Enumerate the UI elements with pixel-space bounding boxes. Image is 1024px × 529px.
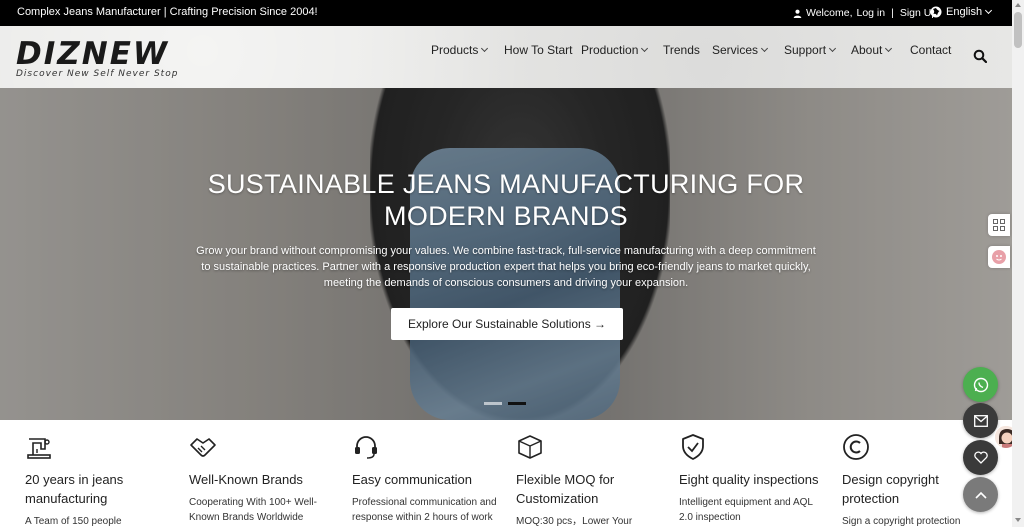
nav-production[interactable]: Production	[581, 43, 649, 57]
feature-desc: Cooperating With 100+ Well-Known Brands …	[189, 497, 317, 523]
grid-icon	[993, 219, 1005, 231]
chevron-down-icon	[985, 6, 993, 15]
hero-description: Grow your brand without compromising you…	[196, 245, 816, 289]
hero-banner: SUSTAINABLE JEANS MANUFACTURING FOR MODE…	[0, 88, 1012, 420]
welcome-text: Welcome,	[806, 7, 853, 19]
feature-item: Well-Known Brands Cooperating With 100+ …	[189, 433, 339, 525]
side-tool-apps[interactable]	[988, 214, 1010, 236]
feature-item: Easy communication Professional communic…	[352, 433, 502, 525]
feature-title: 20 years in jeans manufacturing	[25, 472, 124, 506]
email-button[interactable]	[963, 403, 998, 438]
account-links: Welcome, Log in | Sign Up	[793, 7, 937, 19]
favorites-button[interactable]	[963, 440, 998, 475]
feature-title: Flexible MOQ for Customization	[516, 472, 615, 506]
feature-desc: Intelligent equipment and AQL 2.0 inspec…	[679, 497, 813, 523]
nav-label: Support	[784, 43, 827, 57]
feature-title: Eight quality inspections	[679, 472, 819, 487]
separator: |	[891, 7, 894, 19]
nav-trends[interactable]: Trends	[663, 43, 700, 57]
nav-label: Contact	[910, 43, 952, 57]
chevron-up-icon	[974, 491, 987, 499]
nav-how-to-start[interactable]: How To Start	[504, 43, 572, 57]
slider-dot-active[interactable]	[508, 402, 526, 405]
hero-title-line2: MODERN BRANDS	[384, 201, 628, 231]
feature-title: Well-Known Brands	[189, 472, 303, 487]
feature-title: Easy communication	[352, 472, 472, 487]
logo-wordmark: DIZNEW	[16, 36, 170, 72]
handshake-icon	[190, 438, 216, 457]
copyright-icon	[843, 434, 869, 460]
slider-dot[interactable]	[484, 402, 502, 405]
feature-item: Eight quality inspections Intelligent eq…	[679, 433, 829, 525]
user-icon	[793, 9, 802, 18]
explore-solutions-button[interactable]: Explore Our Sustainable Solutions →	[391, 308, 623, 340]
nav-label: About	[851, 43, 883, 57]
globe-icon	[930, 6, 942, 18]
chevron-down-icon	[885, 44, 893, 53]
chevron-down-icon	[828, 44, 837, 53]
nav-label: Services	[712, 43, 759, 57]
language-selector[interactable]: English	[930, 6, 993, 18]
site-header: DIZNEW Discover New Self Never Stop Prod…	[0, 26, 1012, 88]
feature-item: 20 years in jeans manufacturing A Team o…	[25, 433, 175, 529]
nav-about[interactable]: About	[851, 43, 893, 57]
nav-label: How To Start	[504, 43, 573, 57]
language-label: English	[946, 6, 983, 18]
headset-icon	[355, 436, 377, 459]
login-link[interactable]: Log in	[857, 7, 886, 19]
scroll-up-arrow[interactable]	[1015, 3, 1021, 7]
page-scrollbar[interactable]	[1012, 0, 1024, 527]
back-to-top-button[interactable]	[963, 477, 998, 512]
box-icon	[518, 435, 542, 459]
top-bar: Complex Jeans Manufacturer | Crafting Pr…	[0, 0, 1024, 26]
side-tool-assistant[interactable]	[988, 246, 1010, 268]
slider-dots	[484, 402, 526, 405]
hero-title: SUSTAINABLE JEANS MANUFACTURING FOR MODE…	[0, 168, 1012, 232]
nav-contact[interactable]: Contact	[910, 43, 951, 57]
logo-slogan: Discover New Self Never Stop	[16, 69, 179, 79]
shield-check-icon	[682, 434, 704, 460]
nav-services[interactable]: Services	[712, 43, 769, 57]
features-row: 20 years in jeans manufacturing A Team o…	[0, 420, 1012, 527]
whatsapp-button[interactable]	[963, 367, 998, 402]
whatsapp-icon	[973, 377, 988, 392]
feature-desc: Professional communication and response …	[352, 497, 497, 523]
nav-products[interactable]: Products	[431, 43, 489, 57]
nav-label: Trends	[663, 43, 700, 57]
feature-item: Flexible MOQ for Customization MOQ:30 pc…	[516, 433, 666, 529]
mail-icon	[973, 414, 988, 427]
assistant-icon	[992, 250, 1006, 264]
tagline: Complex Jeans Manufacturer | Crafting Pr…	[17, 6, 318, 18]
search-icon[interactable]	[973, 49, 987, 63]
scroll-thumb[interactable]	[1014, 12, 1022, 48]
sewing-machine-icon	[27, 438, 51, 459]
scroll-down-arrow[interactable]	[1015, 518, 1021, 522]
chevron-down-icon	[760, 44, 769, 53]
chevron-down-icon	[481, 44, 489, 53]
nav-label: Products	[431, 43, 479, 57]
nav-label: Production	[581, 43, 639, 57]
logo[interactable]: DIZNEW Discover New Self Never Stop	[16, 38, 196, 86]
hero-title-line1: SUSTAINABLE JEANS MANUFACTURING FOR	[207, 169, 805, 199]
chevron-down-icon	[641, 44, 649, 53]
heart-icon	[973, 451, 988, 464]
nav-support[interactable]: Support	[784, 43, 837, 57]
